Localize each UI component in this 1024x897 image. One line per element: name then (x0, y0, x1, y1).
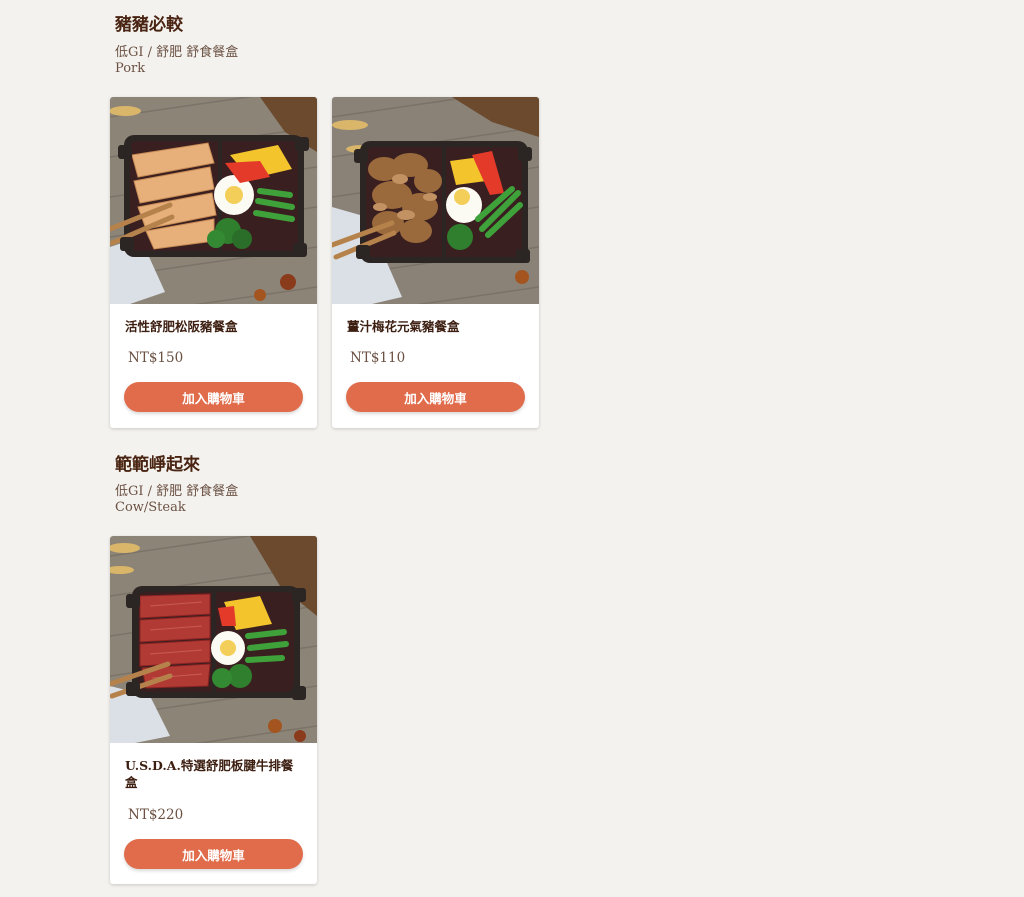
product-price: NT$110 (350, 350, 406, 366)
product-image[interactable] (110, 97, 317, 304)
product-name[interactable]: U.S.D.A.特選舒肥板腱牛排餐盒 (125, 757, 305, 791)
section-title: 豬豬必較 (115, 15, 183, 35)
section-subtitle: 低GI / 舒肥 舒食餐盒 (115, 484, 239, 499)
section-subtitle-en: Pork (115, 61, 146, 76)
section-subtitle: 低GI / 舒肥 舒食餐盒 (115, 45, 239, 60)
section-title: 範範崢起來 (115, 455, 200, 475)
product-card[interactable]: 薑汁梅花元氣豬餐盒 NT$110 加入購物車 (332, 97, 539, 428)
product-price: NT$220 (128, 807, 184, 823)
product-name[interactable]: 活性舒肥松阪豬餐盒 (125, 318, 305, 335)
section-beef: 範範崢起來 低GI / 舒肥 舒食餐盒 Cow/Steak U.S.D.A.特選… (0, 438, 600, 897)
product-name[interactable]: 薑汁梅花元氣豬餐盒 (347, 318, 527, 335)
section-subtitle-en: Cow/Steak (115, 500, 186, 515)
product-image[interactable] (332, 97, 539, 304)
add-to-cart-button[interactable]: 加入購物車 (346, 382, 525, 412)
add-to-cart-button[interactable]: 加入購物車 (124, 839, 303, 869)
add-to-cart-button[interactable]: 加入購物車 (124, 382, 303, 412)
product-card[interactable]: 活性舒肥松阪豬餐盒 NT$150 加入購物車 (110, 97, 317, 428)
product-card[interactable]: U.S.D.A.特選舒肥板腱牛排餐盒 NT$220 加入購物車 (110, 536, 317, 884)
section-pork: 豬豬必較 低GI / 舒肥 舒食餐盒 Pork 活性舒肥松阪豬餐盒 NT$150… (0, 0, 600, 440)
product-image[interactable] (110, 536, 317, 743)
product-price: NT$150 (128, 350, 184, 366)
